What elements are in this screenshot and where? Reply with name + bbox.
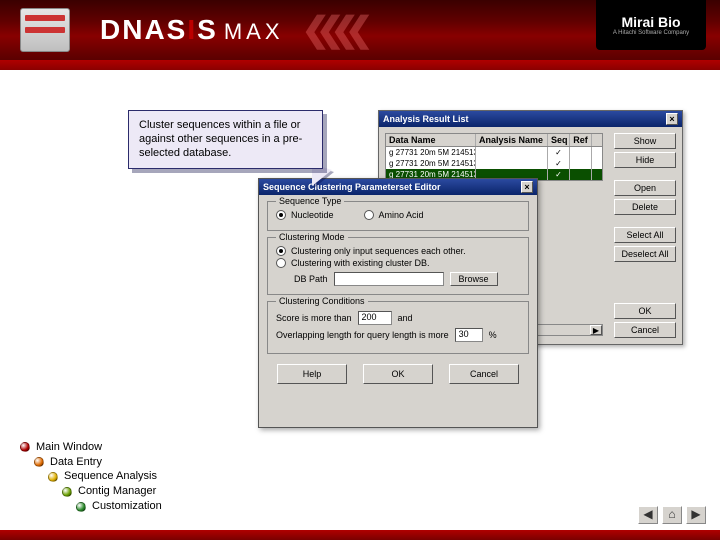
app-header: DNAS I S MAX ❮❮❮❮ Mirai Bio A Hitachi So… [0, 0, 720, 60]
table-row[interactable]: g 27731 20m 5M 214513 1 R Sequence [386, 147, 602, 158]
seqtype-label: Sequence Type [276, 196, 344, 206]
cond-label: Clustering Conditions [276, 296, 368, 306]
radio-input-only[interactable]: Clustering only input sequences each oth… [276, 246, 520, 256]
close-icon[interactable]: × [521, 181, 533, 193]
radio-existing-db[interactable]: Clustering with existing cluster DB. [276, 258, 520, 268]
open-button[interactable]: Open [614, 180, 676, 196]
callout-text: Cluster sequences within a file or again… [139, 119, 302, 159]
col-ref[interactable]: Ref [570, 134, 592, 146]
back-ok-button[interactable]: OK [614, 303, 676, 319]
back-cancel-button[interactable]: Cancel [614, 322, 676, 338]
logo-s: S [197, 14, 218, 46]
callout-box: Cluster sequences within a file or again… [128, 110, 323, 169]
col-data[interactable]: Data Name [386, 134, 476, 146]
db-path-input[interactable] [334, 272, 444, 286]
checkbox-icon[interactable] [548, 147, 570, 158]
logo-dnasis: DNAS [100, 14, 187, 46]
radio-icon[interactable] [276, 210, 286, 220]
checkbox-icon[interactable] [548, 158, 570, 169]
hide-button[interactable]: Hide [614, 152, 676, 168]
select-all-button[interactable]: Select All [614, 227, 676, 243]
next-button[interactable]: ▶ [686, 506, 706, 524]
header-divider [0, 60, 720, 70]
bullet-icon [20, 442, 30, 452]
bullet-icon [48, 472, 58, 482]
mirai-title: Mirai Bio [621, 14, 680, 30]
col-seq[interactable]: Seq [548, 134, 570, 146]
overlap-label: Overlapping length for query length is m… [276, 330, 449, 340]
back-bottom-buttons: OK Cancel [614, 303, 676, 338]
table-header: Data Name Analysis Name Seq Ref [386, 134, 602, 147]
home-button[interactable]: ⌂ [662, 506, 682, 524]
nav-contig-manager[interactable]: Contig Manager [62, 484, 162, 499]
front-titlebar[interactable]: Sequence Clustering Parameterset Editor … [259, 179, 537, 195]
table-row[interactable]: g 27731 20m 5M 214513 1 R Tamslig [386, 158, 602, 169]
chevrons-icon: ❮❮❮❮ [302, 10, 360, 50]
side-buttons: Show Hide Open Delete Select All Deselec… [614, 133, 676, 262]
app-logo: DNAS I S MAX [100, 14, 284, 46]
back-titlebar[interactable]: Analysis Result List × [379, 111, 682, 127]
radio-icon[interactable] [364, 210, 374, 220]
bullet-icon [34, 457, 44, 467]
overlap-input[interactable]: 30 [455, 328, 483, 342]
result-table: Data Name Analysis Name Seq Ref g 27731 … [385, 133, 603, 181]
overlap-suffix: % [489, 330, 497, 340]
checkbox-icon[interactable] [548, 169, 570, 180]
score-suffix: and [398, 313, 413, 323]
scroll-right-icon[interactable]: ▶ [590, 325, 602, 335]
logo-i: I [187, 14, 197, 46]
clustering-conditions-group: Clustering Conditions Score is more than… [267, 301, 529, 354]
deselect-all-button[interactable]: Deselect All [614, 246, 676, 262]
front-button-row: Help OK Cancel [267, 360, 529, 384]
footer-strip [0, 530, 720, 540]
parameter-editor-window: Sequence Clustering Parameterset Editor … [258, 178, 538, 428]
front-title: Sequence Clustering Parameterset Editor [263, 182, 441, 192]
clustering-mode-group: Clustering Mode Clustering only input se… [267, 237, 529, 295]
db-path-label: DB Path [294, 274, 328, 284]
score-label: Score is more than [276, 313, 352, 323]
bullet-icon [76, 502, 86, 512]
radio-icon[interactable] [276, 246, 286, 256]
server-icon [20, 8, 70, 52]
radio-icon[interactable] [276, 258, 286, 268]
col-analysis[interactable]: Analysis Name [476, 134, 548, 146]
sequence-type-group: Sequence Type Nucleotide Amino Acid [267, 201, 529, 231]
cancel-button[interactable]: Cancel [449, 364, 519, 384]
logo-max: MAX [224, 19, 284, 45]
radio-nucleotide[interactable]: Nucleotide [276, 210, 334, 220]
nav-tree: Main Window Data Entry Sequence Analysis… [20, 440, 162, 514]
nav-customization[interactable]: Customization [76, 499, 162, 514]
prev-button[interactable]: ◀ [638, 506, 658, 524]
mode-label: Clustering Mode [276, 232, 348, 242]
back-title: Analysis Result List [383, 114, 469, 124]
ok-button[interactable]: OK [363, 364, 433, 384]
radio-aminoacid[interactable]: Amino Acid [364, 210, 424, 220]
nav-main-window[interactable]: Main Window [20, 440, 162, 455]
score-input[interactable]: 200 [358, 311, 392, 325]
pager: ◀ ⌂ ▶ [638, 506, 706, 524]
nav-data-entry[interactable]: Data Entry [34, 455, 162, 470]
close-icon[interactable]: × [666, 113, 678, 125]
bullet-icon [62, 487, 72, 497]
browse-button[interactable]: Browse [450, 272, 498, 286]
nav-sequence-analysis[interactable]: Sequence Analysis [48, 469, 162, 484]
help-button[interactable]: Help [277, 364, 347, 384]
mirai-sub: A Hitachi Software Company [613, 30, 689, 36]
show-button[interactable]: Show [614, 133, 676, 149]
mirai-badge: Mirai Bio A Hitachi Software Company [596, 0, 706, 50]
delete-button[interactable]: Delete [614, 199, 676, 215]
